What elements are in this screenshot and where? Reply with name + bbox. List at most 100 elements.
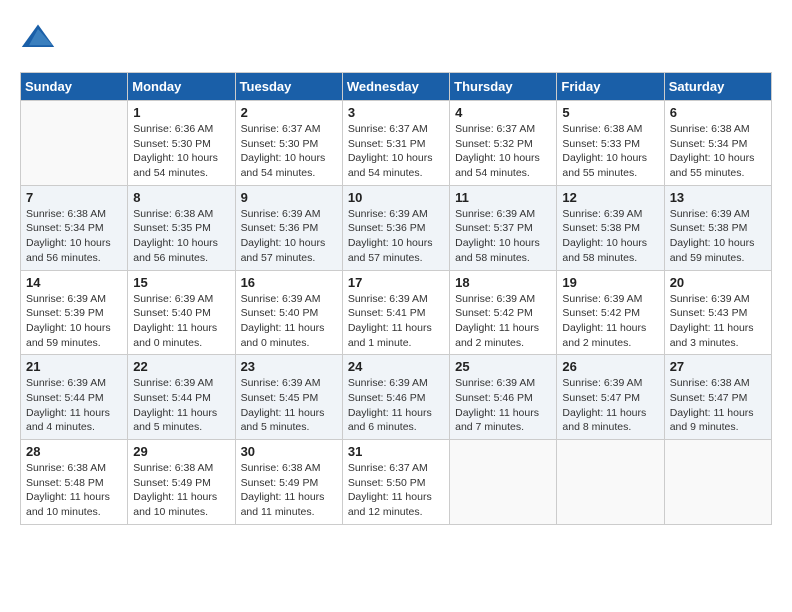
day-number: 7 [26,190,122,205]
day-number: 26 [562,359,658,374]
calendar-cell: 29Sunrise: 6:38 AMSunset: 5:49 PMDayligh… [128,440,235,525]
calendar-cell: 16 Sunrise: 6:39 AMSunset: 5:40 PMDayligh… [235,270,342,355]
weekday-saturday: Saturday [664,73,771,101]
calendar-cell: 25 Sunrise: 6:39 AMSunset: 5:46 PMDayligh… [450,355,557,440]
day-info: Sunrise: 6:38 AMSunset: 5:47 PMDaylight:… [670,376,766,435]
weekday-wednesday: Wednesday [342,73,449,101]
logo [20,20,62,56]
day-number: 14 [26,275,122,290]
day-number: 13 [670,190,766,205]
day-info: Sunrise: 6:36 AMSunset: 5:30 PMDaylight:… [133,122,229,181]
day-number: 28 [26,444,122,459]
day-number: 9 [241,190,337,205]
day-info: Sunrise: 6:38 AMSunset: 5:33 PMDaylight:… [562,122,658,181]
day-info: Sunrise: 6:39 AMSunset: 5:43 PMDaylight:… [670,292,766,351]
calendar-table: SundayMondayTuesdayWednesdayThursdayFrid… [20,72,772,525]
calendar-cell: 6 Sunrise: 6:38 AMSunset: 5:34 PMDaylight… [664,101,771,186]
calendar-cell: 21 Sunrise: 6:39 AMSunset: 5:44 PMDayligh… [21,355,128,440]
calendar-cell: 27 Sunrise: 6:38 AMSunset: 5:47 PMDayligh… [664,355,771,440]
calendar-cell [557,440,664,525]
day-info: Sunrise: 6:38 AMSunset: 5:34 PMDaylight:… [670,122,766,181]
calendar-cell: 3 Sunrise: 6:37 AMSunset: 5:31 PMDaylight… [342,101,449,186]
calendar-cell: 8 Sunrise: 6:38 AMSunset: 5:35 PMDaylight… [128,185,235,270]
day-info: Sunrise: 6:39 AMSunset: 5:42 PMDaylight:… [562,292,658,351]
day-info: Sunrise: 6:39 AMSunset: 5:41 PMDaylight:… [348,292,444,351]
day-info: Sunrise: 6:38 AMSunset: 5:49 PMDaylight:… [133,461,229,520]
calendar-cell: 19 Sunrise: 6:39 AMSunset: 5:42 PMDayligh… [557,270,664,355]
logo-icon [20,20,56,56]
day-number: 8 [133,190,229,205]
day-info: Sunrise: 6:37 AMSunset: 5:31 PMDaylight:… [348,122,444,181]
week-row-1: 1 Sunrise: 6:36 AMSunset: 5:30 PMDaylight… [21,101,772,186]
day-info: Sunrise: 6:38 AMSunset: 5:35 PMDaylight:… [133,207,229,266]
calendar-cell: 11 Sunrise: 6:39 AMSunset: 5:37 PMDayligh… [450,185,557,270]
calendar-cell: 4 Sunrise: 6:37 AMSunset: 5:32 PMDaylight… [450,101,557,186]
page-header [20,20,772,56]
calendar-cell: 13 Sunrise: 6:39 AMSunset: 5:38 PMDayligh… [664,185,771,270]
day-info: Sunrise: 6:39 AMSunset: 5:36 PMDaylight:… [241,207,337,266]
calendar-cell [450,440,557,525]
calendar-cell: 10 Sunrise: 6:39 AMSunset: 5:36 PMDayligh… [342,185,449,270]
day-number: 5 [562,105,658,120]
day-number: 15 [133,275,229,290]
week-row-5: 28 Sunrise: 6:38 AMSunset: 5:48 PMDayligh… [21,440,772,525]
day-number: 3 [348,105,444,120]
day-number: 21 [26,359,122,374]
day-number: 27 [670,359,766,374]
day-info: Sunrise: 6:39 AMSunset: 5:40 PMDaylight:… [241,292,337,351]
calendar-cell: 20Sunrise: 6:39 AMSunset: 5:43 PMDayligh… [664,270,771,355]
day-number: 11 [455,190,551,205]
weekday-monday: Monday [128,73,235,101]
day-info: Sunrise: 6:37 AMSunset: 5:30 PMDaylight:… [241,122,337,181]
calendar-cell: 23 Sunrise: 6:39 AMSunset: 5:45 PMDayligh… [235,355,342,440]
calendar-cell: 24Sunrise: 6:39 AMSunset: 5:46 PMDayligh… [342,355,449,440]
day-info: Sunrise: 6:39 AMSunset: 5:36 PMDaylight:… [348,207,444,266]
weekday-friday: Friday [557,73,664,101]
calendar-cell: 2Sunrise: 6:37 AMSunset: 5:30 PMDaylight… [235,101,342,186]
day-info: Sunrise: 6:38 AMSunset: 5:48 PMDaylight:… [26,461,122,520]
day-info: Sunrise: 6:39 AMSunset: 5:44 PMDaylight:… [26,376,122,435]
day-info: Sunrise: 6:39 AMSunset: 5:46 PMDaylight:… [455,376,551,435]
calendar-cell: 26Sunrise: 6:39 AMSunset: 5:47 PMDayligh… [557,355,664,440]
week-row-4: 21 Sunrise: 6:39 AMSunset: 5:44 PMDayligh… [21,355,772,440]
weekday-thursday: Thursday [450,73,557,101]
day-number: 19 [562,275,658,290]
calendar-cell: 7 Sunrise: 6:38 AMSunset: 5:34 PMDaylight… [21,185,128,270]
day-info: Sunrise: 6:38 AMSunset: 5:34 PMDaylight:… [26,207,122,266]
day-info: Sunrise: 6:39 AMSunset: 5:40 PMDaylight:… [133,292,229,351]
day-number: 6 [670,105,766,120]
calendar-cell: 5 Sunrise: 6:38 AMSunset: 5:33 PMDaylight… [557,101,664,186]
day-number: 23 [241,359,337,374]
day-number: 4 [455,105,551,120]
day-info: Sunrise: 6:39 AMSunset: 5:45 PMDaylight:… [241,376,337,435]
day-info: Sunrise: 6:37 AMSunset: 5:32 PMDaylight:… [455,122,551,181]
day-info: Sunrise: 6:39 AMSunset: 5:38 PMDaylight:… [562,207,658,266]
weekday-header-row: SundayMondayTuesdayWednesdayThursdayFrid… [21,73,772,101]
day-number: 18 [455,275,551,290]
calendar-cell: 28 Sunrise: 6:38 AMSunset: 5:48 PMDayligh… [21,440,128,525]
day-info: Sunrise: 6:39 AMSunset: 5:38 PMDaylight:… [670,207,766,266]
day-number: 30 [241,444,337,459]
calendar-cell: 30Sunrise: 6:38 AMSunset: 5:49 PMDayligh… [235,440,342,525]
day-number: 17 [348,275,444,290]
calendar-cell: 12 Sunrise: 6:39 AMSunset: 5:38 PMDayligh… [557,185,664,270]
day-number: 12 [562,190,658,205]
day-number: 16 [241,275,337,290]
day-info: Sunrise: 6:39 AMSunset: 5:46 PMDaylight:… [348,376,444,435]
calendar-cell: 9 Sunrise: 6:39 AMSunset: 5:36 PMDaylight… [235,185,342,270]
week-row-3: 14Sunrise: 6:39 AMSunset: 5:39 PMDayligh… [21,270,772,355]
calendar-cell: 17 Sunrise: 6:39 AMSunset: 5:41 PMDayligh… [342,270,449,355]
calendar-cell: 15 Sunrise: 6:39 AMSunset: 5:40 PMDayligh… [128,270,235,355]
day-number: 25 [455,359,551,374]
calendar-cell [21,101,128,186]
day-info: Sunrise: 6:39 AMSunset: 5:42 PMDaylight:… [455,292,551,351]
week-row-2: 7 Sunrise: 6:38 AMSunset: 5:34 PMDaylight… [21,185,772,270]
calendar-cell: 18 Sunrise: 6:39 AMSunset: 5:42 PMDayligh… [450,270,557,355]
day-info: Sunrise: 6:39 AMSunset: 5:37 PMDaylight:… [455,207,551,266]
day-number: 10 [348,190,444,205]
calendar-cell: 1 Sunrise: 6:36 AMSunset: 5:30 PMDaylight… [128,101,235,186]
weekday-tuesday: Tuesday [235,73,342,101]
day-info: Sunrise: 6:39 AMSunset: 5:44 PMDaylight:… [133,376,229,435]
day-info: Sunrise: 6:37 AMSunset: 5:50 PMDaylight:… [348,461,444,520]
day-number: 1 [133,105,229,120]
